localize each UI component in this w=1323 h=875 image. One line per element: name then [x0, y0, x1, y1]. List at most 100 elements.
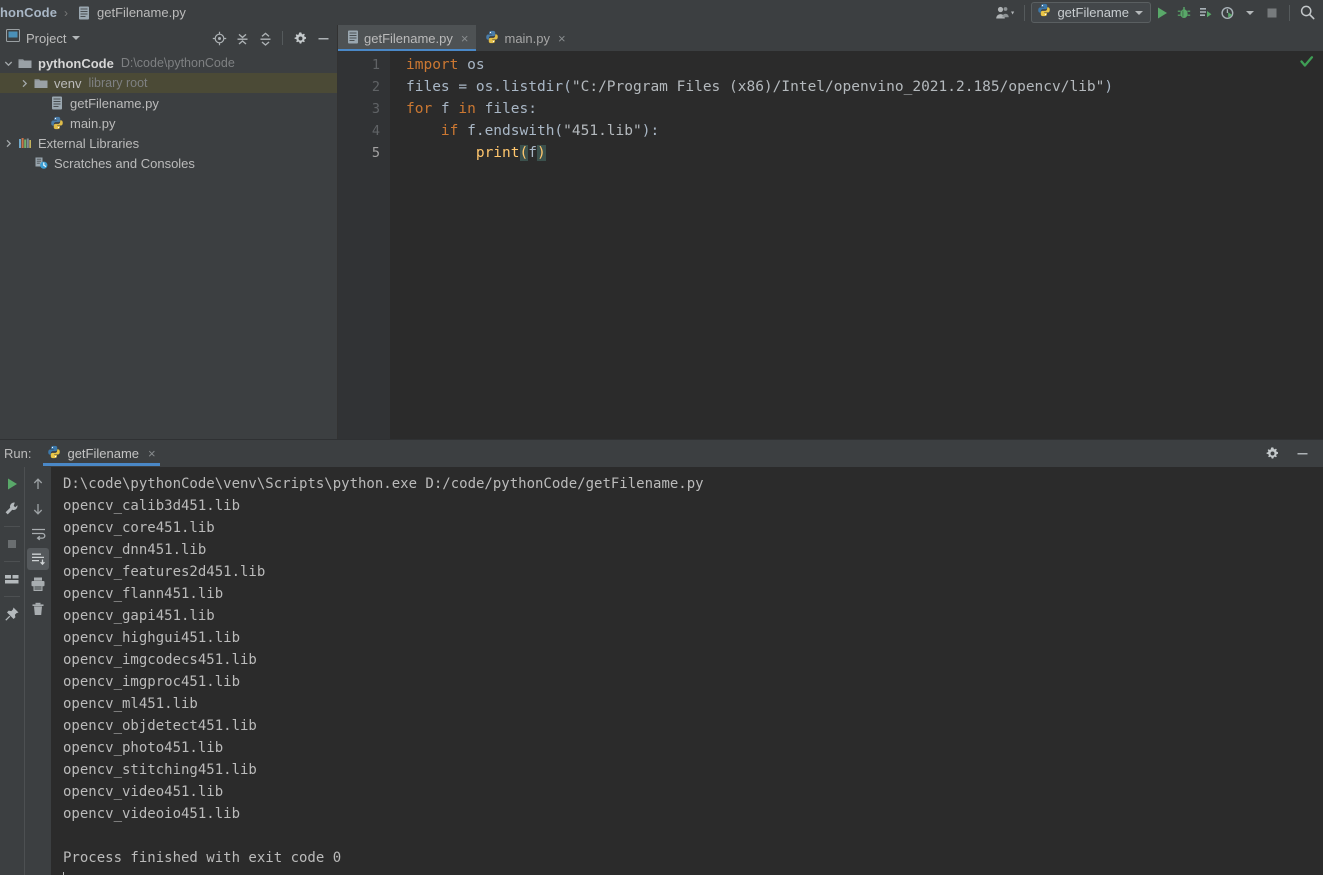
run-console-toolbar	[24, 467, 51, 875]
rerun-icon[interactable]	[1, 473, 23, 495]
toolbar-divider	[4, 526, 20, 527]
breadcrumb-separator: ›	[64, 5, 69, 20]
breadcrumb: honCode › getFilename.py	[0, 5, 186, 20]
folder-icon	[32, 77, 50, 89]
run-button[interactable]	[1151, 2, 1173, 24]
run-tab-getFilename[interactable]: getFilename ×	[39, 440, 163, 467]
settings-gear-icon[interactable]	[290, 28, 310, 48]
project-panel: Project pythonCode D:\code\pythonCode ve…	[0, 25, 338, 439]
collapse-all-icon[interactable]	[255, 28, 275, 48]
down-arrow-icon[interactable]	[27, 498, 49, 520]
toolbar-divider	[1024, 4, 1026, 21]
line-number-gutter: 1 2 3 4 5	[338, 51, 390, 439]
close-icon[interactable]: ×	[558, 31, 566, 46]
line-number: 3	[371, 101, 380, 117]
up-arrow-icon[interactable]	[27, 473, 49, 495]
tree-row-scratches[interactable]: Scratches and Consoles	[0, 153, 337, 173]
folder-icon	[16, 57, 34, 69]
project-tree: pythonCode D:\code\pythonCode venv libra…	[0, 51, 337, 173]
project-chevron-down-icon[interactable]	[72, 36, 81, 40]
pycharm-window: honCode › getFilename.py getFilename Pro…	[0, 0, 1323, 875]
scratches-icon	[32, 156, 50, 170]
console-line: opencv_dnn451.lib	[63, 542, 207, 558]
run-panel-header: Run: getFilename ×	[0, 440, 1323, 467]
expand-all-icon[interactable]	[232, 28, 252, 48]
soft-wrap-icon[interactable]	[27, 523, 49, 545]
python-file-icon	[347, 30, 359, 47]
profile-button[interactable]	[1217, 2, 1239, 24]
run-panel-label: Run:	[4, 446, 32, 461]
code-line-4: if f.endswith("451.lib"):	[440, 123, 660, 139]
toolbar-divider	[4, 596, 20, 597]
console-line: opencv_imgcodecs451.lib	[63, 652, 257, 668]
close-icon[interactable]: ×	[461, 31, 469, 46]
console-line: opencv_objdetect451.lib	[63, 718, 257, 734]
tree-row-main[interactable]: main.py	[0, 113, 337, 133]
python-file-icon	[75, 6, 93, 20]
tab-main-py[interactable]: main.py ×	[476, 25, 574, 51]
tab-getFilename-py[interactable]: getFilename.py ×	[338, 25, 477, 51]
settings-gear-icon[interactable]	[1261, 443, 1283, 465]
console-line: opencv_highgui451.lib	[63, 630, 241, 646]
tree-row-pythonCode[interactable]: pythonCode D:\code\pythonCode	[0, 53, 337, 73]
console-line: opencv_photo451.lib	[63, 740, 224, 756]
debug-button[interactable]	[1173, 2, 1195, 24]
console-line: opencv_stitching451.lib	[63, 762, 257, 778]
run-panel-body: D:\code\pythonCode\venv\Scripts\python.e…	[0, 467, 1323, 875]
main-area: Project pythonCode D:\code\pythonCode ve…	[0, 25, 1323, 439]
code-line-3: for f in files:	[406, 101, 537, 117]
ok-check-icon[interactable]	[1300, 55, 1314, 69]
line-number: 4	[371, 123, 380, 139]
python-file-icon	[48, 96, 66, 110]
console-line: opencv_flann451.lib	[63, 586, 224, 602]
console-output[interactable]: D:\code\pythonCode\venv\Scripts\python.e…	[51, 467, 1323, 875]
tab-label: main.py	[504, 30, 551, 46]
tree-label: getFilename.py	[70, 95, 159, 111]
chevron-right-icon[interactable]	[16, 79, 32, 88]
chevron-right-icon[interactable]	[0, 139, 16, 148]
print-icon[interactable]	[27, 573, 49, 595]
chevron-down-icon	[1135, 10, 1143, 15]
run-with-coverage-button[interactable]	[1195, 2, 1217, 24]
chevron-down-icon[interactable]	[0, 59, 16, 68]
line-number: 2	[371, 79, 380, 95]
minimize-icon[interactable]	[1291, 443, 1313, 465]
trash-icon[interactable]	[27, 598, 49, 620]
tree-sublabel: D:\code\pythonCode	[120, 56, 235, 70]
line-number: 1	[371, 57, 380, 73]
search-icon[interactable]	[1296, 2, 1319, 24]
code-content[interactable]: import os files = os.listdir("C:/Program…	[390, 51, 1323, 439]
code-line-1: import os	[406, 57, 485, 73]
close-icon[interactable]: ×	[148, 446, 156, 461]
minimize-icon[interactable]	[313, 28, 333, 48]
tree-label: Scratches and Consoles	[54, 155, 195, 171]
console-line: opencv_video451.lib	[63, 784, 224, 800]
tree-row-getFilename[interactable]: getFilename.py	[0, 93, 337, 113]
user-dropdown-icon[interactable]	[992, 2, 1018, 24]
toolbar-divider	[4, 561, 20, 562]
tree-row-external-libraries[interactable]: External Libraries	[0, 133, 337, 153]
layout-icon[interactable]	[1, 568, 23, 590]
tree-row-venv[interactable]: venv library root	[0, 73, 337, 93]
tree-sublabel: library root	[88, 76, 148, 90]
run-configuration-selector[interactable]: getFilename	[1031, 2, 1151, 23]
editor-area: getFilename.py × main.py × 1 2 3 4 5 imp…	[338, 25, 1323, 439]
breadcrumb-project[interactable]: honCode	[0, 5, 57, 20]
scroll-to-end-icon[interactable]	[27, 548, 49, 570]
code-line-2: files = os.listdir("C:/Program Files (x8…	[406, 79, 1114, 95]
console-line: opencv_gapi451.lib	[63, 608, 215, 624]
console-caret	[63, 869, 1323, 875]
wrench-icon[interactable]	[1, 498, 23, 520]
tree-label: venv	[54, 75, 82, 91]
project-panel-title[interactable]: Project	[26, 31, 66, 46]
profile-dropdown-icon[interactable]	[1239, 2, 1261, 24]
breadcrumb-file[interactable]: getFilename.py	[97, 5, 186, 20]
tab-label: getFilename.py	[364, 30, 453, 46]
stop-button[interactable]	[1261, 2, 1283, 24]
pin-icon[interactable]	[1, 603, 23, 625]
stop-icon[interactable]	[1, 533, 23, 555]
locate-icon[interactable]	[209, 28, 229, 48]
top-toolbar: honCode › getFilename.py getFilename	[0, 0, 1323, 25]
python-script-icon	[485, 30, 499, 47]
